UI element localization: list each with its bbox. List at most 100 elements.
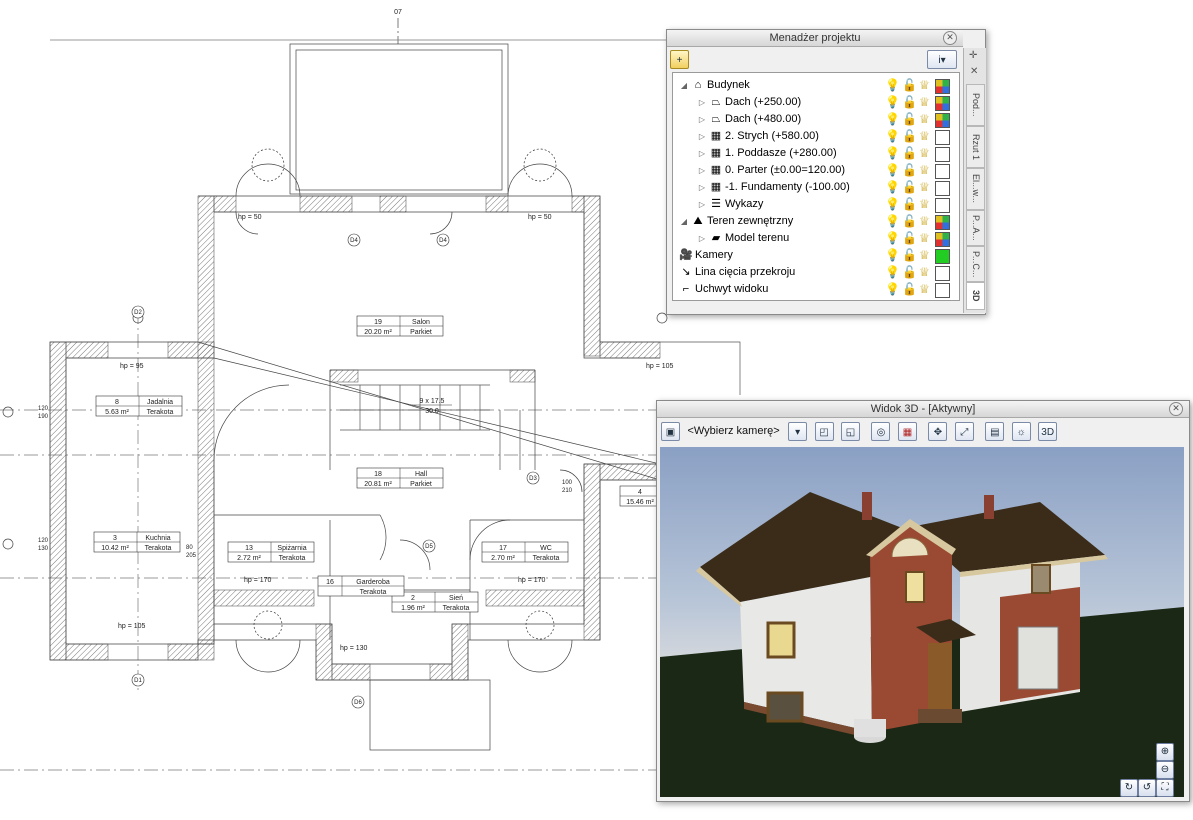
visibility-bulb-icon[interactable]: 💡 xyxy=(885,265,900,279)
zoom-extents-icon[interactable]: ⛶ xyxy=(1156,779,1174,797)
lock-icon[interactable]: 🔓 xyxy=(902,231,917,245)
expand-icon[interactable]: ▷ xyxy=(697,111,707,128)
tree-item[interactable]: ▷ ▦ 1. Poddasze (+280.00) 💡 🔓 ♕ xyxy=(673,145,957,162)
expand-icon[interactable]: ▷ xyxy=(697,128,707,145)
snap-icon[interactable]: ♕ xyxy=(919,180,930,194)
rotate-right-icon[interactable]: ↺ xyxy=(1138,779,1156,797)
tab-rzut-1[interactable]: Rzut 1 xyxy=(966,126,985,168)
color-swatch[interactable] xyxy=(935,215,950,230)
visibility-bulb-icon[interactable]: 💡 xyxy=(885,129,900,143)
lock-icon[interactable]: 🔓 xyxy=(902,78,917,92)
snap-icon[interactable]: ♕ xyxy=(919,112,930,126)
color-swatch[interactable] xyxy=(935,164,950,179)
color-swatch[interactable] xyxy=(935,266,950,281)
room-tag-4[interactable]: 4 15.46 m² xyxy=(619,485,661,507)
visibility-bulb-icon[interactable]: 💡 xyxy=(885,78,900,92)
color-swatch[interactable] xyxy=(935,198,950,213)
close-icon[interactable]: ✕ xyxy=(943,31,957,45)
snap-icon[interactable]: ♕ xyxy=(919,146,930,160)
color-swatch[interactable] xyxy=(935,96,950,111)
expand-icon[interactable]: ▷ xyxy=(697,179,707,196)
close-icon[interactable]: ✕ xyxy=(1169,402,1183,416)
visibility-bulb-icon[interactable]: 💡 xyxy=(885,112,900,126)
rotate-left-icon[interactable]: ↻ xyxy=(1120,779,1138,797)
room-tag-spizarnia[interactable]: 13 Spiżarnia 2.72 m² Terakota xyxy=(227,541,315,563)
lock-icon[interactable]: 🔓 xyxy=(902,197,917,211)
expand-icon[interactable]: ▷ xyxy=(697,162,707,179)
view3d-viewport[interactable]: ⊕ ⊖ ↻ ↺ ⛶ xyxy=(660,447,1184,797)
close-icon[interactable]: ✕ xyxy=(970,66,978,77)
expand-icon[interactable]: ▷ xyxy=(697,230,707,247)
project-manager-titlebar[interactable]: Menadżer projektu ✕ xyxy=(667,30,963,47)
snap-icon[interactable]: ♕ xyxy=(919,78,930,92)
new-folder-icon[interactable]: + xyxy=(670,50,689,69)
expand-icon[interactable]: ▷ xyxy=(697,196,707,213)
view3d-titlebar[interactable]: Widok 3D - [Aktywny] ✕ xyxy=(657,401,1189,418)
snap-icon[interactable]: ♕ xyxy=(919,248,930,262)
color-swatch[interactable] xyxy=(935,147,950,162)
lock-icon[interactable]: 🔓 xyxy=(902,146,917,160)
tree-item[interactable]: ▷ ⏢ Dach (+250.00) 💡 🔓 ♕ xyxy=(673,94,957,111)
visibility-bulb-icon[interactable]: 💡 xyxy=(885,146,900,160)
camera-select[interactable]: <Wybierz kamerę> xyxy=(687,422,779,441)
view3d-panel[interactable]: Widok 3D - [Aktywny] ✕ ▣ <Wybierz kamerę… xyxy=(656,400,1190,802)
expand-icon[interactable]: ▷ xyxy=(697,94,707,111)
lock-icon[interactable]: 🔓 xyxy=(902,129,917,143)
lock-icon[interactable]: 🔓 xyxy=(902,265,917,279)
color-swatch[interactable] xyxy=(935,232,950,247)
snap-icon[interactable]: ♕ xyxy=(919,129,930,143)
visibility-bulb-icon[interactable]: 💡 xyxy=(885,95,900,109)
camera-pan-icon[interactable]: ◰ xyxy=(814,422,834,441)
add-camera-icon[interactable]: ▣ xyxy=(661,422,680,441)
tree-item[interactable]: ▷ ☰ Wykazy 💡 🔓 ♕ xyxy=(673,196,957,213)
tree-item[interactable]: ▷ ▰ Model terenu 💡 🔓 ♕ xyxy=(673,230,957,247)
lock-icon[interactable]: 🔓 xyxy=(902,95,917,109)
color-swatch[interactable] xyxy=(935,113,950,128)
room-tag-wc[interactable]: 17 WC 2.70 m² Terakota xyxy=(481,541,569,563)
visibility-bulb-icon[interactable]: 💡 xyxy=(885,231,900,245)
tree-item[interactable]: ▷ ▦ -1. Fundamenty (-100.00) 💡 🔓 ♕ xyxy=(673,179,957,196)
lock-icon[interactable]: 🔓 xyxy=(902,214,917,228)
visibility-bulb-icon[interactable]: 💡 xyxy=(885,214,900,228)
lock-icon[interactable]: 🔓 xyxy=(902,248,917,262)
snap-icon[interactable]: ♕ xyxy=(919,163,930,177)
snap-icon[interactable]: ♕ xyxy=(919,214,930,228)
snap-icon[interactable]: ♕ xyxy=(919,197,930,211)
color-swatch[interactable] xyxy=(935,181,950,196)
snap-icon[interactable]: ♕ xyxy=(919,265,930,279)
dropdown-icon[interactable]: ▾ xyxy=(788,422,808,441)
sun-icon[interactable]: ☼ xyxy=(1011,422,1031,441)
lock-icon[interactable]: 🔓 xyxy=(902,180,917,194)
room-tag-garderoba[interactable]: 16 Garderoba Terakota xyxy=(317,575,405,597)
lock-icon[interactable]: 🔓 xyxy=(902,163,917,177)
visibility-bulb-icon[interactable]: 💡 xyxy=(885,197,900,211)
lock-icon[interactable]: 🔓 xyxy=(902,112,917,126)
tree-item[interactable]: 🎥 Kamery 💡 🔓 ♕ xyxy=(673,247,957,264)
visibility-bulb-icon[interactable]: 💡 xyxy=(885,248,900,262)
visibility-bulb-icon[interactable]: 💡 xyxy=(885,163,900,177)
snap-icon[interactable]: ♕ xyxy=(919,282,930,296)
color-swatch[interactable] xyxy=(935,130,950,145)
collapse-icon[interactable]: ◢ xyxy=(679,213,689,230)
tree-item[interactable]: ▷ ▦ 0. Parter (±0.00=120.00) 💡 🔓 ♕ xyxy=(673,162,957,179)
snap-icon[interactable]: ♕ xyxy=(919,231,930,245)
visibility-bulb-icon[interactable]: 💡 xyxy=(885,180,900,194)
room-tag-hall[interactable]: 18 Hall 20.81 m² Parkiet xyxy=(356,467,444,489)
tree-item[interactable]: ▷ ▦ 2. Strych (+580.00) 💡 🔓 ♕ xyxy=(673,128,957,145)
tab-pod[interactable]: Pod... xyxy=(966,84,985,126)
zoom-out-icon[interactable]: ⊖ xyxy=(1156,761,1174,779)
project-manager-panel[interactable]: Menadżer projektu ✕ + i▾ ◢ ⌂ Budynek 💡 🔓 ♕ ▷ ⏢ D… xyxy=(666,29,986,315)
filter-dropdown-icon[interactable]: i▾ xyxy=(927,50,957,69)
project-tree[interactable]: ◢ ⌂ Budynek 💡 🔓 ♕ ▷ ⏢ Dach (+250.00) 💡 🔓 ♕ ▷ ⏢ Dach (+… xyxy=(672,72,960,301)
tab-elewacja[interactable]: El...w... xyxy=(966,168,985,210)
room-tag-sien[interactable]: 2 Sień 1.96 m² Terakota xyxy=(391,591,479,613)
color-swatch[interactable] xyxy=(935,283,950,298)
tab-pc[interactable]: P...C... xyxy=(966,246,985,282)
tree-item[interactable]: ▷ ⏢ Dach (+480.00) 💡 🔓 ♕ xyxy=(673,111,957,128)
camera-rotate-icon[interactable]: ◱ xyxy=(841,422,861,441)
tree-item[interactable]: ◢ ⛰ Teren zewnętrzny 💡 🔓 ♕ xyxy=(673,213,957,230)
snap-icon[interactable]: ♕ xyxy=(919,95,930,109)
zoom-in-icon[interactable]: ⊕ xyxy=(1156,743,1174,761)
section-icon[interactable]: ▤ xyxy=(985,422,1005,441)
pin-icon[interactable]: ✛ xyxy=(969,50,977,61)
